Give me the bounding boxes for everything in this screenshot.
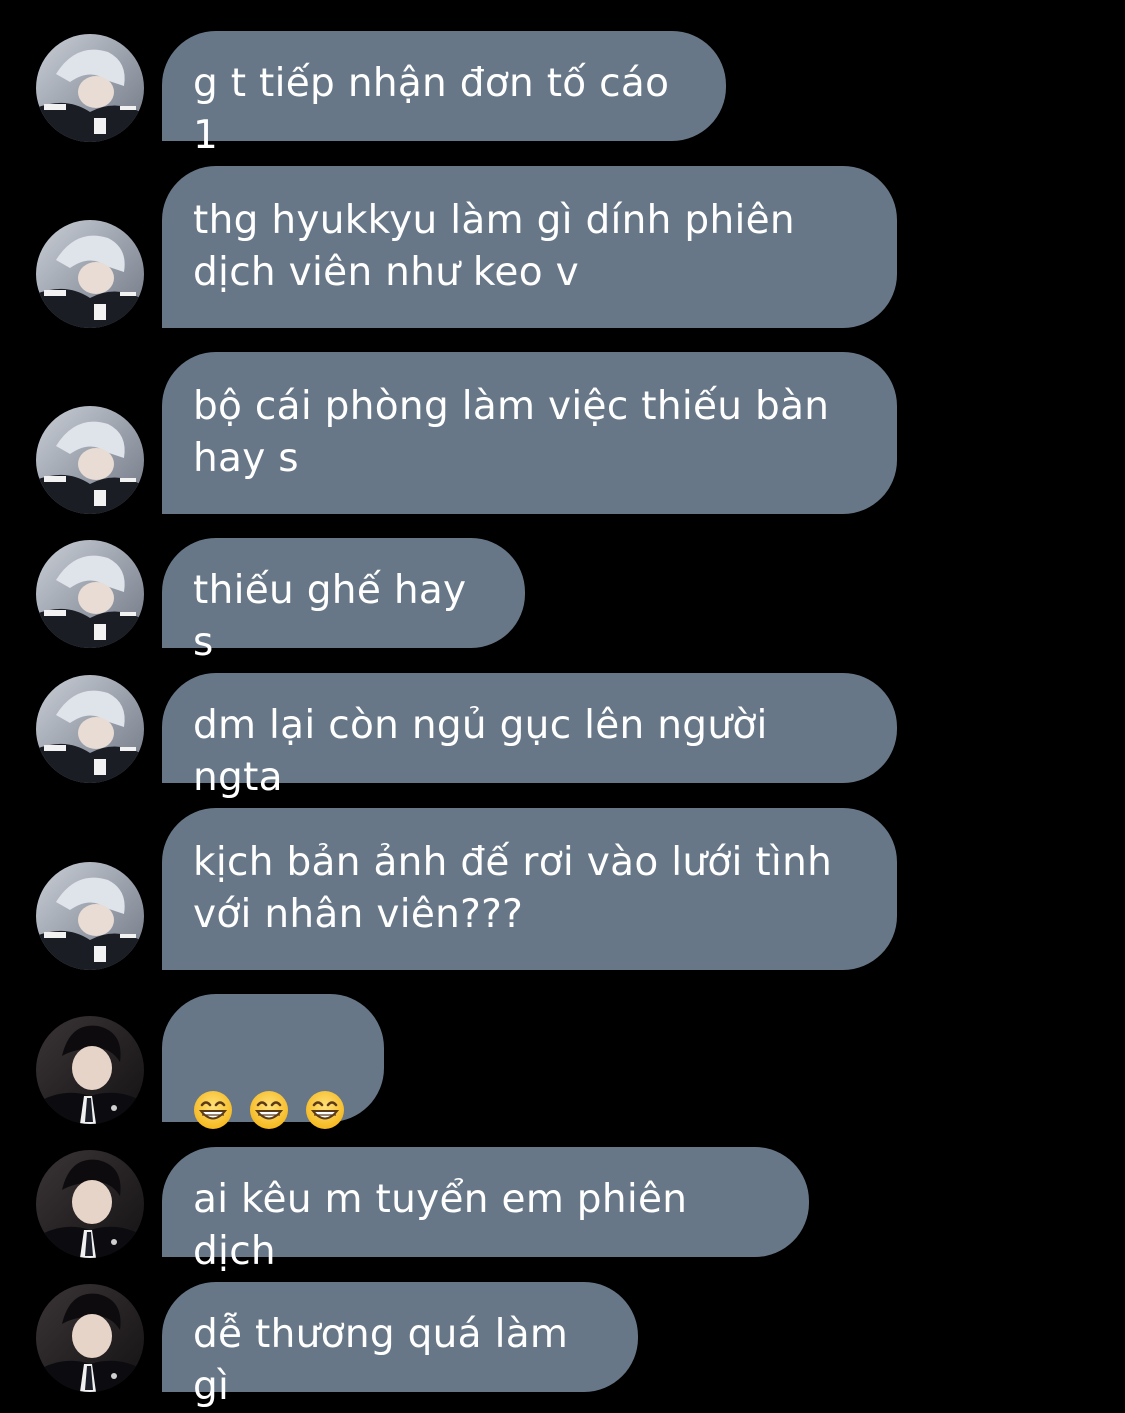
grinning-face-icon — [194, 1091, 232, 1129]
avatar-b-image — [36, 1016, 144, 1124]
avatar[interactable] — [36, 675, 144, 783]
avatar-a-image — [36, 675, 144, 783]
message-bubble[interactable]: thg hyukkyu làm gì dính phiên dịch viên … — [162, 166, 897, 328]
avatar-b-image — [36, 1150, 144, 1258]
avatar[interactable] — [36, 1284, 144, 1392]
message-bubble[interactable]: thiếu ghế hay s — [162, 538, 525, 665]
avatar[interactable] — [36, 1016, 144, 1124]
message-bubble[interactable]: ai kêu m tuyển em phiên dịch — [162, 1147, 809, 1274]
avatar[interactable] — [36, 406, 144, 514]
avatar-a-image — [36, 34, 144, 142]
grinning-face-icon — [250, 1091, 288, 1129]
avatar[interactable] — [36, 1150, 144, 1258]
message-bubble[interactable]: g t tiếp nhận đơn tố cáo 1 — [162, 31, 726, 158]
grinning-face-icon — [306, 1091, 344, 1129]
avatar-a-image — [36, 862, 144, 970]
avatar[interactable] — [36, 540, 144, 648]
avatar-a-image — [36, 540, 144, 648]
emoji-group — [193, 1084, 353, 1136]
avatar-a-image — [36, 220, 144, 328]
avatar[interactable] — [36, 862, 144, 970]
avatar-a-image — [36, 406, 144, 514]
message-bubble[interactable]: kịch bản ảnh đế rơi vào lưới tình với nh… — [162, 808, 897, 970]
message-bubble[interactable]: dm lại còn ngủ gục lên người ngta — [162, 673, 897, 800]
avatar[interactable] — [36, 34, 144, 142]
avatar-b-image — [36, 1284, 144, 1392]
message-bubble[interactable] — [162, 994, 384, 1129]
message-bubble[interactable]: dễ thương quá làm gì — [162, 1282, 638, 1409]
avatar[interactable] — [36, 220, 144, 328]
message-bubble[interactable]: bộ cái phòng làm việc thiếu bàn hay s — [162, 352, 897, 514]
